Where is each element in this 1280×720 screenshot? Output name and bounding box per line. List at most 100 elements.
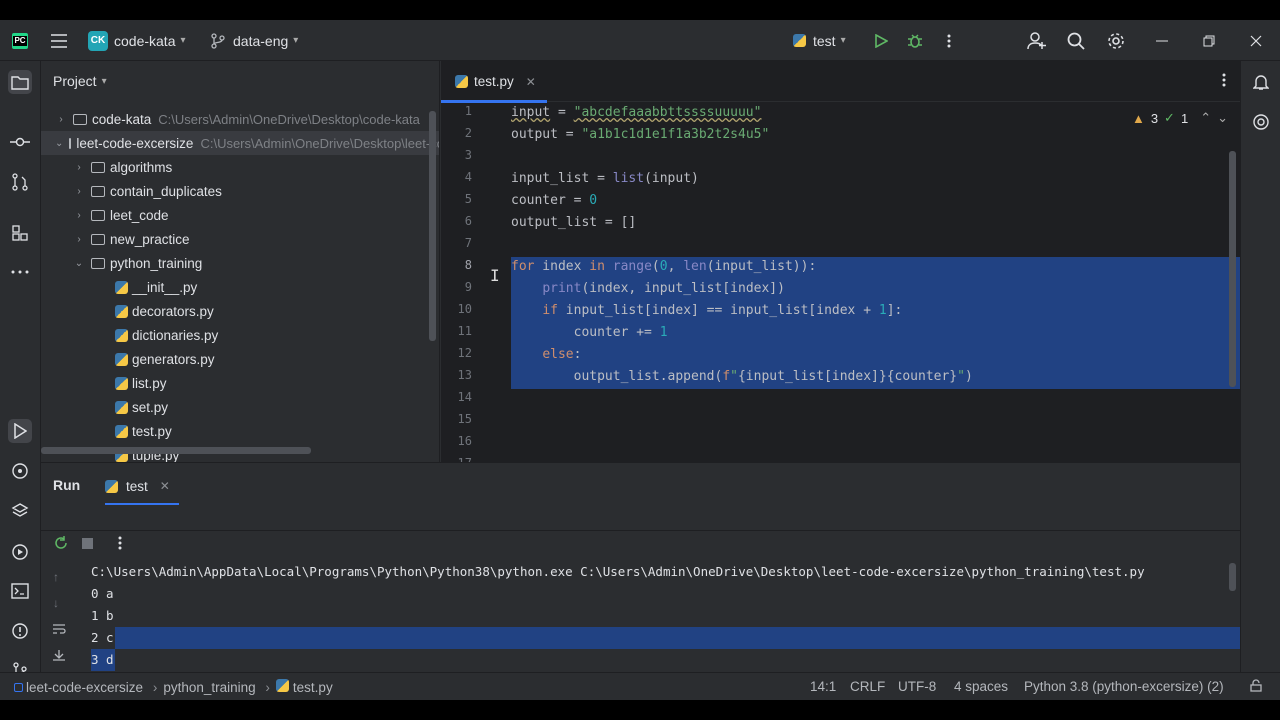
console-line: 2 c — [91, 630, 114, 645]
folder-icon — [91, 233, 105, 245]
tree-item-python-training[interactable]: ⌄ python_training — [41, 251, 439, 275]
python-interpreter[interactable]: Python 3.8 (python-excersize) (2) — [1024, 679, 1224, 694]
run-tab-test[interactable]: test ✕ — [105, 467, 170, 505]
tree-item-label: new_practice — [110, 231, 190, 247]
editor-vertical-scrollbar[interactable] — [1229, 151, 1236, 387]
rerun-icon[interactable] — [53, 535, 69, 554]
check-icon: ✓ — [1164, 110, 1175, 125]
restore-icon[interactable] — [1198, 30, 1220, 52]
breadcrumb-item[interactable]: test.py — [293, 680, 333, 695]
settings-gear-icon[interactable] — [1105, 30, 1127, 52]
line-number: 12 — [457, 346, 472, 360]
package-folder-icon — [91, 209, 105, 221]
add-user-icon[interactable] — [1026, 30, 1048, 52]
line-separator[interactable]: CRLF — [850, 679, 885, 694]
ai-assistant-icon[interactable] — [1249, 110, 1273, 134]
run-config-name: test — [813, 32, 836, 49]
code-line: for index in range(0, len(input_list)): — [511, 259, 817, 274]
editor-more-icon[interactable] — [1222, 73, 1226, 90]
caret-position[interactable]: 14:1 — [810, 679, 836, 694]
services-icon[interactable] — [8, 540, 32, 564]
scroll-to-end-icon[interactable] — [52, 649, 66, 664]
scroll-up-icon[interactable]: ↑ — [53, 570, 59, 584]
scroll-down-icon[interactable]: ↓ — [53, 596, 59, 610]
tree-item-label: python_training — [110, 255, 203, 271]
pycharm-logo-icon[interactable]: PC — [12, 33, 28, 49]
next-highlight-icon[interactable]: ⌄ — [1217, 110, 1228, 126]
console-output[interactable]: C:\Users\Admin\AppData\Local\Programs\Py… — [85, 555, 1240, 689]
tab-test-py[interactable]: test.py ✕ — [441, 61, 549, 103]
tree-item-set-py[interactable]: set.py — [41, 395, 439, 419]
python-file-icon — [115, 400, 128, 414]
debug-icon[interactable] — [904, 30, 926, 52]
minimize-icon[interactable] — [1151, 30, 1173, 52]
close-tab-icon[interactable]: ✕ — [526, 75, 536, 89]
previous-highlight-icon[interactable]: ⌃ — [1200, 110, 1211, 126]
project-horizontal-scrollbar[interactable] — [41, 447, 311, 454]
tree-item-init-py[interactable]: __init__.py — [41, 275, 439, 299]
breadcrumb-item[interactable]: python_training — [163, 680, 255, 695]
branch-switcher[interactable]: data-eng ▾ — [211, 20, 298, 61]
python-packages-icon[interactable] — [8, 459, 32, 483]
console-selection — [115, 627, 1240, 649]
run-icon[interactable] — [870, 30, 892, 52]
soft-wrap-icon[interactable] — [52, 623, 66, 638]
terminal-icon[interactable] — [8, 579, 32, 603]
run-tool-icon[interactable] — [8, 419, 32, 443]
search-icon[interactable] — [1065, 30, 1087, 52]
current-line-number: 8 — [464, 258, 472, 272]
chevron-down-icon: ⌄ — [74, 257, 84, 269]
breadcrumb-item[interactable]: leet-code-excersize — [26, 680, 143, 695]
project-vertical-scrollbar[interactable] — [429, 111, 436, 341]
tree-item-code-kata[interactable]: › code-kata C:\Users\Admin\OneDrive\Desk… — [41, 107, 439, 131]
project-tool-folder-icon[interactable] — [8, 70, 32, 94]
problems-icon[interactable] — [8, 619, 32, 643]
code-area[interactable]: input = "abcdefaaabbttssssuuuuu" output … — [511, 102, 1240, 462]
pull-requests-icon[interactable] — [8, 170, 32, 194]
tree-item-generators-py[interactable]: generators.py — [41, 347, 439, 371]
tree-item-contain-duplicates[interactable]: › contain_duplicates — [41, 179, 439, 203]
console-scrollbar[interactable] — [1229, 563, 1236, 591]
file-encoding[interactable]: UTF-8 — [898, 679, 936, 694]
tree-item-leet-code[interactable]: › leet_code — [41, 203, 439, 227]
tree-item-list-py[interactable]: list.py — [41, 371, 439, 395]
module-icon — [14, 683, 23, 692]
package-folder-icon — [91, 257, 105, 269]
breadcrumb: leet-code-excersize › python_training › te… — [14, 679, 333, 695]
code-line: print(index, input_list[index]) — [542, 281, 785, 296]
code-line: counter += 1 — [511, 325, 668, 340]
lock-icon[interactable] — [1250, 679, 1262, 695]
ok-count: 1 — [1180, 110, 1189, 126]
python-file-icon — [115, 352, 128, 366]
run-more-icon[interactable] — [118, 536, 122, 553]
more-vertical-icon[interactable] — [938, 30, 960, 52]
structure-icon[interactable] — [8, 221, 32, 245]
line-number: 3 — [464, 148, 472, 162]
tree-item-dictionaries-py[interactable]: dictionaries.py — [41, 323, 439, 347]
project-switcher[interactable]: CK code-kata ▾ — [88, 20, 186, 61]
chevron-down-icon: ▾ — [293, 35, 299, 46]
close-tab-icon[interactable]: ✕ — [160, 479, 170, 493]
inspection-widget[interactable]: ▲ 3 ✓ 1 ⌃ ⌄ — [1132, 110, 1228, 126]
indent-setting[interactable]: 4 spaces — [954, 679, 1008, 694]
notifications-bell-icon[interactable] — [1249, 70, 1273, 94]
commit-icon[interactable] — [8, 130, 32, 154]
python-file-icon — [115, 424, 128, 438]
code-line: output_list = [] — [511, 215, 637, 230]
chevron-right-icon: › — [77, 185, 81, 197]
close-window-icon[interactable] — [1245, 30, 1267, 52]
tree-item-test-py[interactable]: test.py — [41, 419, 439, 443]
console-line: 0 a — [91, 586, 114, 601]
tree-item-leet-code-excersize[interactable]: ⌄ leet-code-excersize C:\Users\Admin\One… — [41, 131, 439, 155]
run-config-selector[interactable]: test ▾ — [793, 20, 846, 61]
tree-item-new-practice[interactable]: › new_practice — [41, 227, 439, 251]
layers-icon[interactable] — [8, 499, 32, 523]
more-tools-icon[interactable] — [8, 260, 32, 284]
tree-item-algorithms[interactable]: › algorithms — [41, 155, 439, 179]
tree-item-decorators-py[interactable]: decorators.py — [41, 299, 439, 323]
python-file-icon — [115, 376, 128, 390]
code-line: input_list = list(input) — [511, 171, 699, 186]
project-panel-header[interactable]: Project ▾ — [53, 73, 107, 89]
main-menu-icon[interactable] — [48, 30, 70, 52]
stop-icon[interactable] — [82, 538, 93, 549]
